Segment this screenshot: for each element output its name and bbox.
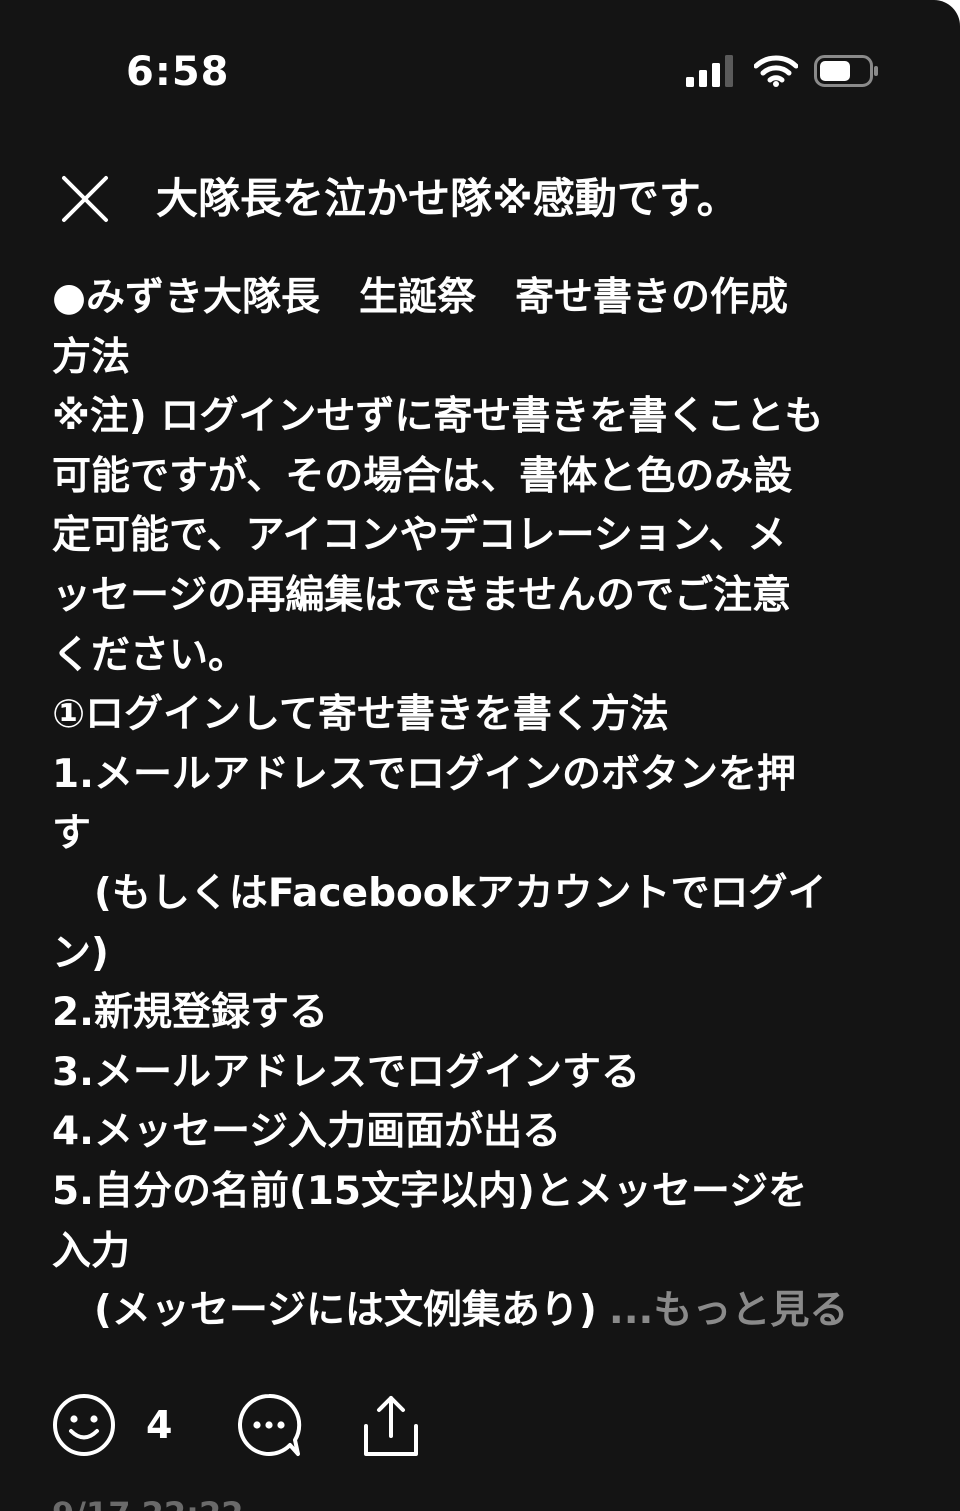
post-action-bar: 4 xyxy=(0,1392,960,1462)
post-body-line: 5.自分の名前(15文字以内)とメッセージを xyxy=(52,1168,808,1214)
post-body-line: 入力 xyxy=(52,1228,131,1274)
post-detail-screen: 6:58 大隊長を泣かせ隊※感動です。 ●みずき大隊長 生誕祭 寄せ書きの作成 … xyxy=(0,0,960,1511)
status-time: 6:58 xyxy=(126,49,230,95)
post-title: 大隊長を泣かせ隊※感動です。 xyxy=(156,174,739,223)
see-more-link[interactable]: ...もっと見る xyxy=(609,1288,848,1333)
post-body-line: ン) xyxy=(52,930,109,976)
share-button[interactable] xyxy=(358,1392,424,1458)
reaction-button[interactable] xyxy=(51,1392,117,1458)
post-body-line: 3.メールアドレスでログインする xyxy=(52,1049,640,1095)
post-body-line: (もしくはFacebookアカウントでログイ xyxy=(94,870,827,916)
post-body-line: す xyxy=(52,811,92,857)
close-icon xyxy=(62,176,108,222)
battery-icon xyxy=(814,55,878,87)
post-timestamp: 9/17 22:22 xyxy=(52,1494,243,1511)
post-body-line: 4.メッセージ入力画面が出る xyxy=(52,1109,562,1155)
post-body: ●みずき大隊長 生誕祭 寄せ書きの作成 方法 ※注) ログインせずに寄せ書きを書… xyxy=(52,268,892,1341)
post-body-line: ※注) ログインせずに寄せ書きを書くことも xyxy=(52,394,824,440)
post-body-line: ッセージの再編集はできませんのでご注意 xyxy=(52,572,792,618)
reaction-count: 4 xyxy=(146,1403,173,1447)
close-button[interactable] xyxy=(58,172,112,226)
post-body-last-line: (メッセージには文例集あり) ...もっと見る xyxy=(52,1281,892,1341)
post-header: 大隊長を泣かせ隊※感動です。 xyxy=(0,165,960,235)
smiley-face-icon xyxy=(53,1394,115,1456)
share-upload-icon xyxy=(364,1396,418,1456)
post-body-line: 定可能で、アイコンやデコレーション、メ xyxy=(52,513,787,559)
post-body-line: ください。 xyxy=(52,632,248,678)
post-body-line: 可能ですが、その場合は、書体と色のみ設 xyxy=(52,453,793,499)
wifi-icon xyxy=(754,55,798,87)
cellular-signal-icon xyxy=(686,55,733,87)
comment-bubble-icon xyxy=(238,1393,302,1456)
post-body-line: ●みずき大隊長 生誕祭 寄せ書きの作成 xyxy=(52,275,789,320)
comment-button[interactable] xyxy=(236,1392,302,1458)
post-body-line: 2.新規登録する xyxy=(52,990,328,1036)
post-body-line: 方法 xyxy=(52,334,131,380)
post-body-line: ①ログインして寄せ書きを書く方法 xyxy=(52,692,669,738)
status-icons xyxy=(686,54,880,88)
post-body-line: (メッセージには文例集あり) xyxy=(94,1288,597,1334)
post-body-line: 1.メールアドレスでログインのボタンを押 xyxy=(52,751,796,797)
